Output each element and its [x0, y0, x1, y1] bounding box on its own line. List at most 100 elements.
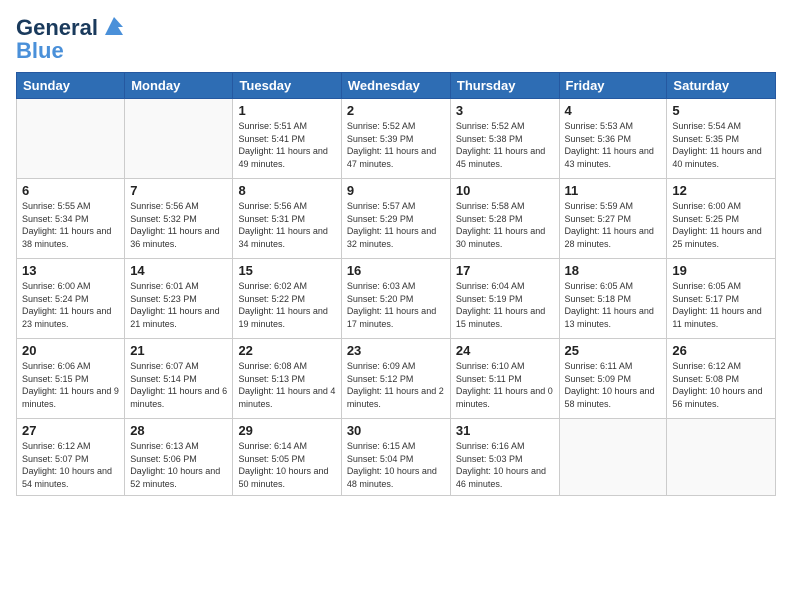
day-number: 29 [238, 423, 335, 438]
calendar-cell: 14 Sunrise: 6:01 AM Sunset: 5:23 PM Dayli… [125, 259, 233, 339]
calendar-cell: 21 Sunrise: 6:07 AM Sunset: 5:14 PM Dayli… [125, 339, 233, 419]
day-info: Sunrise: 6:16 AM Sunset: 5:03 PM Dayligh… [456, 440, 554, 490]
logo: General Blue [16, 16, 127, 62]
day-number: 9 [347, 183, 445, 198]
calendar-cell: 29Sunrise: 6:14 AM Sunset: 5:05 PM Dayli… [233, 419, 341, 495]
day-number: 14 [130, 263, 227, 278]
day-info: Sunrise: 6:00 AM Sunset: 5:25 PM Dayligh… [672, 200, 770, 250]
day-info: Sunrise: 5:56 AM Sunset: 5:31 PM Dayligh… [238, 200, 335, 250]
calendar-cell: 18 Sunrise: 6:05 AM Sunset: 5:18 PM Dayli… [559, 259, 667, 339]
day-number: 21 [130, 343, 227, 358]
day-number: 11 [565, 183, 662, 198]
day-info: Sunrise: 6:12 AM Sunset: 5:07 PM Dayligh… [22, 440, 119, 490]
weekday-header: Thursday [450, 73, 559, 99]
calendar-cell: 15 Sunrise: 6:02 AM Sunset: 5:22 PM Dayli… [233, 259, 341, 339]
day-info: Sunrise: 5:55 AM Sunset: 5:34 PM Dayligh… [22, 200, 119, 250]
weekday-header: Wednesday [341, 73, 450, 99]
calendar-cell: 17 Sunrise: 6:04 AM Sunset: 5:19 PM Dayli… [450, 259, 559, 339]
calendar-header-row: SundayMondayTuesdayWednesdayThursdayFrid… [17, 73, 776, 99]
day-info: Sunrise: 5:52 AM Sunset: 5:39 PM Dayligh… [347, 120, 445, 170]
calendar-cell [125, 99, 233, 179]
calendar-cell: 10Sunrise: 5:58 AM Sunset: 5:28 PM Dayli… [450, 179, 559, 259]
day-info: Sunrise: 6:12 AM Sunset: 5:08 PM Dayligh… [672, 360, 770, 410]
day-info: Sunrise: 6:09 AM Sunset: 5:12 PM Dayligh… [347, 360, 445, 410]
calendar-week-row: 6 Sunrise: 5:55 AM Sunset: 5:34 PM Daylig… [17, 179, 776, 259]
day-info: Sunrise: 6:13 AM Sunset: 5:06 PM Dayligh… [130, 440, 227, 490]
day-number: 22 [238, 343, 335, 358]
day-info: Sunrise: 5:54 AM Sunset: 5:35 PM Dayligh… [672, 120, 770, 170]
day-number: 1 [238, 103, 335, 118]
weekday-header: Sunday [17, 73, 125, 99]
day-info: Sunrise: 6:02 AM Sunset: 5:22 PM Dayligh… [238, 280, 335, 330]
day-info: Sunrise: 6:08 AM Sunset: 5:13 PM Dayligh… [238, 360, 335, 410]
day-number: 17 [456, 263, 554, 278]
logo-general: General [16, 15, 98, 40]
day-info: Sunrise: 6:11 AM Sunset: 5:09 PM Dayligh… [565, 360, 662, 410]
calendar-week-row: 13Sunrise: 6:00 AM Sunset: 5:24 PM Dayli… [17, 259, 776, 339]
calendar-cell: 11 Sunrise: 5:59 AM Sunset: 5:27 PM Dayli… [559, 179, 667, 259]
weekday-header: Saturday [667, 73, 776, 99]
calendar-cell [17, 99, 125, 179]
day-info: Sunrise: 5:51 AM Sunset: 5:41 PM Dayligh… [238, 120, 335, 170]
day-info: Sunrise: 6:05 AM Sunset: 5:18 PM Dayligh… [565, 280, 662, 330]
calendar-cell: 3 Sunrise: 5:52 AM Sunset: 5:38 PM Daylig… [450, 99, 559, 179]
day-number: 23 [347, 343, 445, 358]
calendar-cell: 7 Sunrise: 5:56 AM Sunset: 5:32 PM Daylig… [125, 179, 233, 259]
day-info: Sunrise: 5:59 AM Sunset: 5:27 PM Dayligh… [565, 200, 662, 250]
day-info: Sunrise: 6:15 AM Sunset: 5:04 PM Dayligh… [347, 440, 445, 490]
calendar-week-row: 20Sunrise: 6:06 AM Sunset: 5:15 PM Dayli… [17, 339, 776, 419]
day-info: Sunrise: 5:52 AM Sunset: 5:38 PM Dayligh… [456, 120, 554, 170]
page-header: General Blue [16, 16, 776, 62]
day-number: 10 [456, 183, 554, 198]
calendar-cell: 26 Sunrise: 6:12 AM Sunset: 5:08 PM Dayli… [667, 339, 776, 419]
day-info: Sunrise: 5:56 AM Sunset: 5:32 PM Dayligh… [130, 200, 227, 250]
calendar-cell: 23 Sunrise: 6:09 AM Sunset: 5:12 PM Dayli… [341, 339, 450, 419]
calendar-cell: 30Sunrise: 6:15 AM Sunset: 5:04 PM Dayli… [341, 419, 450, 495]
weekday-header: Friday [559, 73, 667, 99]
calendar-cell: 31 Sunrise: 6:16 AM Sunset: 5:03 PM Dayli… [450, 419, 559, 495]
calendar-cell: 13Sunrise: 6:00 AM Sunset: 5:24 PM Dayli… [17, 259, 125, 339]
calendar-cell: 24 Sunrise: 6:10 AM Sunset: 5:11 PM Dayli… [450, 339, 559, 419]
calendar-table: SundayMondayTuesdayWednesdayThursdayFrid… [16, 72, 776, 495]
logo-icon [101, 13, 127, 39]
day-number: 28 [130, 423, 227, 438]
calendar-cell [559, 419, 667, 495]
calendar-week-row: 27Sunrise: 6:12 AM Sunset: 5:07 PM Dayli… [17, 419, 776, 495]
weekday-header: Tuesday [233, 73, 341, 99]
day-number: 6 [22, 183, 119, 198]
day-number: 4 [565, 103, 662, 118]
day-number: 19 [672, 263, 770, 278]
calendar-cell: 9 Sunrise: 5:57 AM Sunset: 5:29 PM Daylig… [341, 179, 450, 259]
day-info: Sunrise: 6:01 AM Sunset: 5:23 PM Dayligh… [130, 280, 227, 330]
day-number: 18 [565, 263, 662, 278]
day-number: 5 [672, 103, 770, 118]
day-info: Sunrise: 5:57 AM Sunset: 5:29 PM Dayligh… [347, 200, 445, 250]
day-info: Sunrise: 6:07 AM Sunset: 5:14 PM Dayligh… [130, 360, 227, 410]
day-number: 3 [456, 103, 554, 118]
day-number: 20 [22, 343, 119, 358]
calendar-cell: 28 Sunrise: 6:13 AM Sunset: 5:06 PM Dayli… [125, 419, 233, 495]
day-number: 2 [347, 103, 445, 118]
calendar-cell: 8Sunrise: 5:56 AM Sunset: 5:31 PM Daylig… [233, 179, 341, 259]
day-number: 31 [456, 423, 554, 438]
day-number: 7 [130, 183, 227, 198]
day-info: Sunrise: 6:10 AM Sunset: 5:11 PM Dayligh… [456, 360, 554, 410]
day-number: 24 [456, 343, 554, 358]
calendar-cell: 27Sunrise: 6:12 AM Sunset: 5:07 PM Dayli… [17, 419, 125, 495]
calendar-cell [667, 419, 776, 495]
day-number: 15 [238, 263, 335, 278]
calendar-cell: 19 Sunrise: 6:05 AM Sunset: 5:17 PM Dayli… [667, 259, 776, 339]
day-info: Sunrise: 5:53 AM Sunset: 5:36 PM Dayligh… [565, 120, 662, 170]
weekday-header: Monday [125, 73, 233, 99]
calendar-cell: 12Sunrise: 6:00 AM Sunset: 5:25 PM Dayli… [667, 179, 776, 259]
calendar-cell: 16Sunrise: 6:03 AM Sunset: 5:20 PM Dayli… [341, 259, 450, 339]
day-info: Sunrise: 6:04 AM Sunset: 5:19 PM Dayligh… [456, 280, 554, 330]
calendar-cell: 4 Sunrise: 5:53 AM Sunset: 5:36 PM Daylig… [559, 99, 667, 179]
calendar-cell: 1 Sunrise: 5:51 AM Sunset: 5:41 PM Daylig… [233, 99, 341, 179]
day-number: 16 [347, 263, 445, 278]
day-number: 26 [672, 343, 770, 358]
calendar-cell: 2 Sunrise: 5:52 AM Sunset: 5:39 PM Daylig… [341, 99, 450, 179]
calendar-cell: 5 Sunrise: 5:54 AM Sunset: 5:35 PM Daylig… [667, 99, 776, 179]
day-info: Sunrise: 6:05 AM Sunset: 5:17 PM Dayligh… [672, 280, 770, 330]
calendar-cell: 20Sunrise: 6:06 AM Sunset: 5:15 PM Dayli… [17, 339, 125, 419]
